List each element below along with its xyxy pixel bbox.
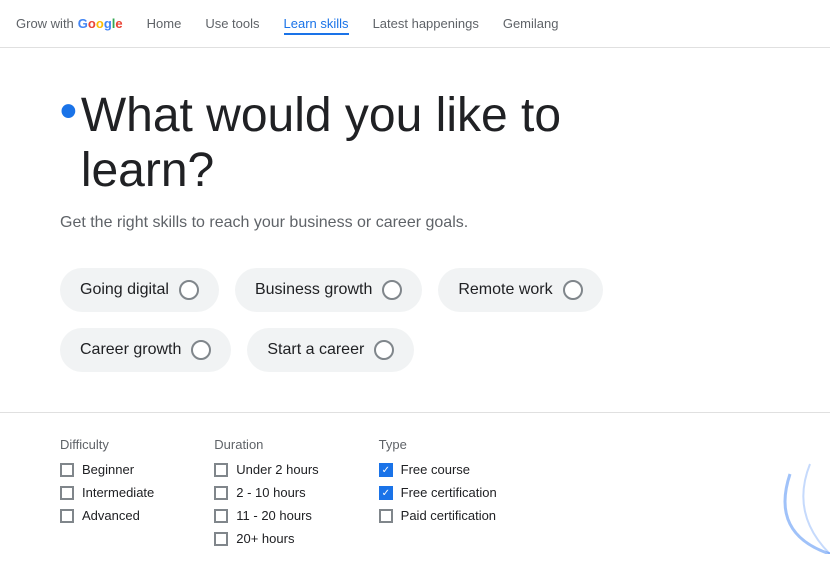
filter-item-paid-cert: Paid certification	[379, 508, 497, 523]
chip-radio-going-digital	[179, 280, 199, 300]
chip-career-growth[interactable]: Career growth	[60, 328, 231, 372]
filter-group-label-type: Type	[379, 437, 497, 452]
checkbox-beginner[interactable]	[60, 463, 74, 477]
filter-item-label-free-course: Free course	[401, 462, 470, 477]
filter-item-11-20h: 11 - 20 hours	[214, 508, 318, 523]
filter-item-label-advanced: Advanced	[82, 508, 140, 523]
checkbox-advanced[interactable]	[60, 509, 74, 523]
chip-radio-business-growth	[382, 280, 402, 300]
filter-item-label-paid-cert: Paid certification	[401, 508, 496, 523]
filter-item-free-cert: Free certification	[379, 485, 497, 500]
filter-group-label-difficulty: Difficulty	[60, 437, 154, 452]
headline-row: • What would you like to learn?	[60, 88, 770, 198]
filter-group-type: Type Free course Free certification Paid ce…	[379, 437, 497, 554]
chip-radio-career-growth	[191, 340, 211, 360]
chip-going-digital[interactable]: Going digital	[60, 268, 219, 312]
chip-label-going-digital: Going digital	[80, 281, 169, 299]
filter-item-label-2-10h: 2 - 10 hours	[236, 485, 305, 500]
filter-item-free-course: Free course	[379, 462, 497, 477]
subtitle: Get the right skills to reach your busin…	[60, 214, 770, 232]
checkbox-2-10h[interactable]	[214, 486, 228, 500]
nav-link-use-tools[interactable]: Use tools	[205, 12, 259, 35]
filter-chips: Going digital Business growth Remote work C…	[60, 268, 770, 372]
checkbox-intermediate[interactable]	[60, 486, 74, 500]
chip-label-remote-work: Remote work	[458, 281, 552, 299]
checkbox-free-cert[interactable]	[379, 486, 393, 500]
filter-item-beginner: Beginner	[60, 462, 154, 477]
main-content: • What would you like to learn? Get the …	[0, 48, 830, 578]
nav-link-learn-skills[interactable]: Learn skills	[284, 12, 349, 35]
nav-link-home[interactable]: Home	[147, 12, 182, 35]
chip-label-career-growth: Career growth	[80, 341, 181, 359]
chip-label-business-growth: Business growth	[255, 281, 372, 299]
filter-group-label-duration: Duration	[214, 437, 318, 452]
logo-prefix: Grow with	[16, 16, 74, 31]
nav-link-gemilang[interactable]: Gemilang	[503, 12, 559, 35]
filter-group-difficulty: Difficulty Beginner Intermediate Advanced	[60, 437, 154, 554]
filter-item-label-under-2h: Under 2 hours	[236, 462, 318, 477]
chip-business-growth[interactable]: Business growth	[235, 268, 422, 312]
nav-link-latest-happenings[interactable]: Latest happenings	[373, 12, 479, 35]
chip-radio-start-a-career	[374, 340, 394, 360]
site-logo: Grow with Google	[16, 16, 123, 31]
filter-item-under-2h: Under 2 hours	[214, 462, 318, 477]
filter-item-label-20plus: 20+ hours	[236, 531, 294, 546]
headline-bullet: •	[60, 88, 77, 136]
chip-remote-work[interactable]: Remote work	[438, 268, 602, 312]
headline-line2: learn?	[81, 143, 561, 198]
filter-item-intermediate: Intermediate	[60, 485, 154, 500]
filter-item-advanced: Advanced	[60, 508, 154, 523]
chip-start-a-career[interactable]: Start a career	[247, 328, 414, 372]
nav-links: Home Use tools Learn skills Latest happenin…	[147, 12, 559, 35]
filter-item-2-10h: 2 - 10 hours	[214, 485, 318, 500]
headline: What would you like to learn?	[81, 88, 561, 198]
filter-group-duration: Duration Under 2 hours 2 - 10 hours 11 - 20…	[214, 437, 318, 554]
filter-item-label-beginner: Beginner	[82, 462, 134, 477]
checkbox-free-course[interactable]	[379, 463, 393, 477]
filter-item-label-11-20h: 11 - 20 hours	[236, 508, 312, 523]
filter-item-label-free-cert: Free certification	[401, 485, 497, 500]
checkbox-20plus[interactable]	[214, 532, 228, 546]
filter-item-label-intermediate: Intermediate	[82, 485, 154, 500]
google-logo: Google	[78, 16, 123, 31]
divider	[0, 412, 830, 413]
chip-label-start-a-career: Start a career	[267, 341, 364, 359]
filters-row: Difficulty Beginner Intermediate Advanced Du…	[60, 437, 770, 578]
navbar: Grow with Google Home Use tools Learn skil…	[0, 0, 830, 48]
checkbox-11-20h[interactable]	[214, 509, 228, 523]
chip-radio-remote-work	[563, 280, 583, 300]
checkbox-paid-cert[interactable]	[379, 509, 393, 523]
headline-line1: What would you like to	[81, 88, 561, 143]
filter-item-20plus: 20+ hours	[214, 531, 318, 546]
checkbox-under-2h[interactable]	[214, 463, 228, 477]
